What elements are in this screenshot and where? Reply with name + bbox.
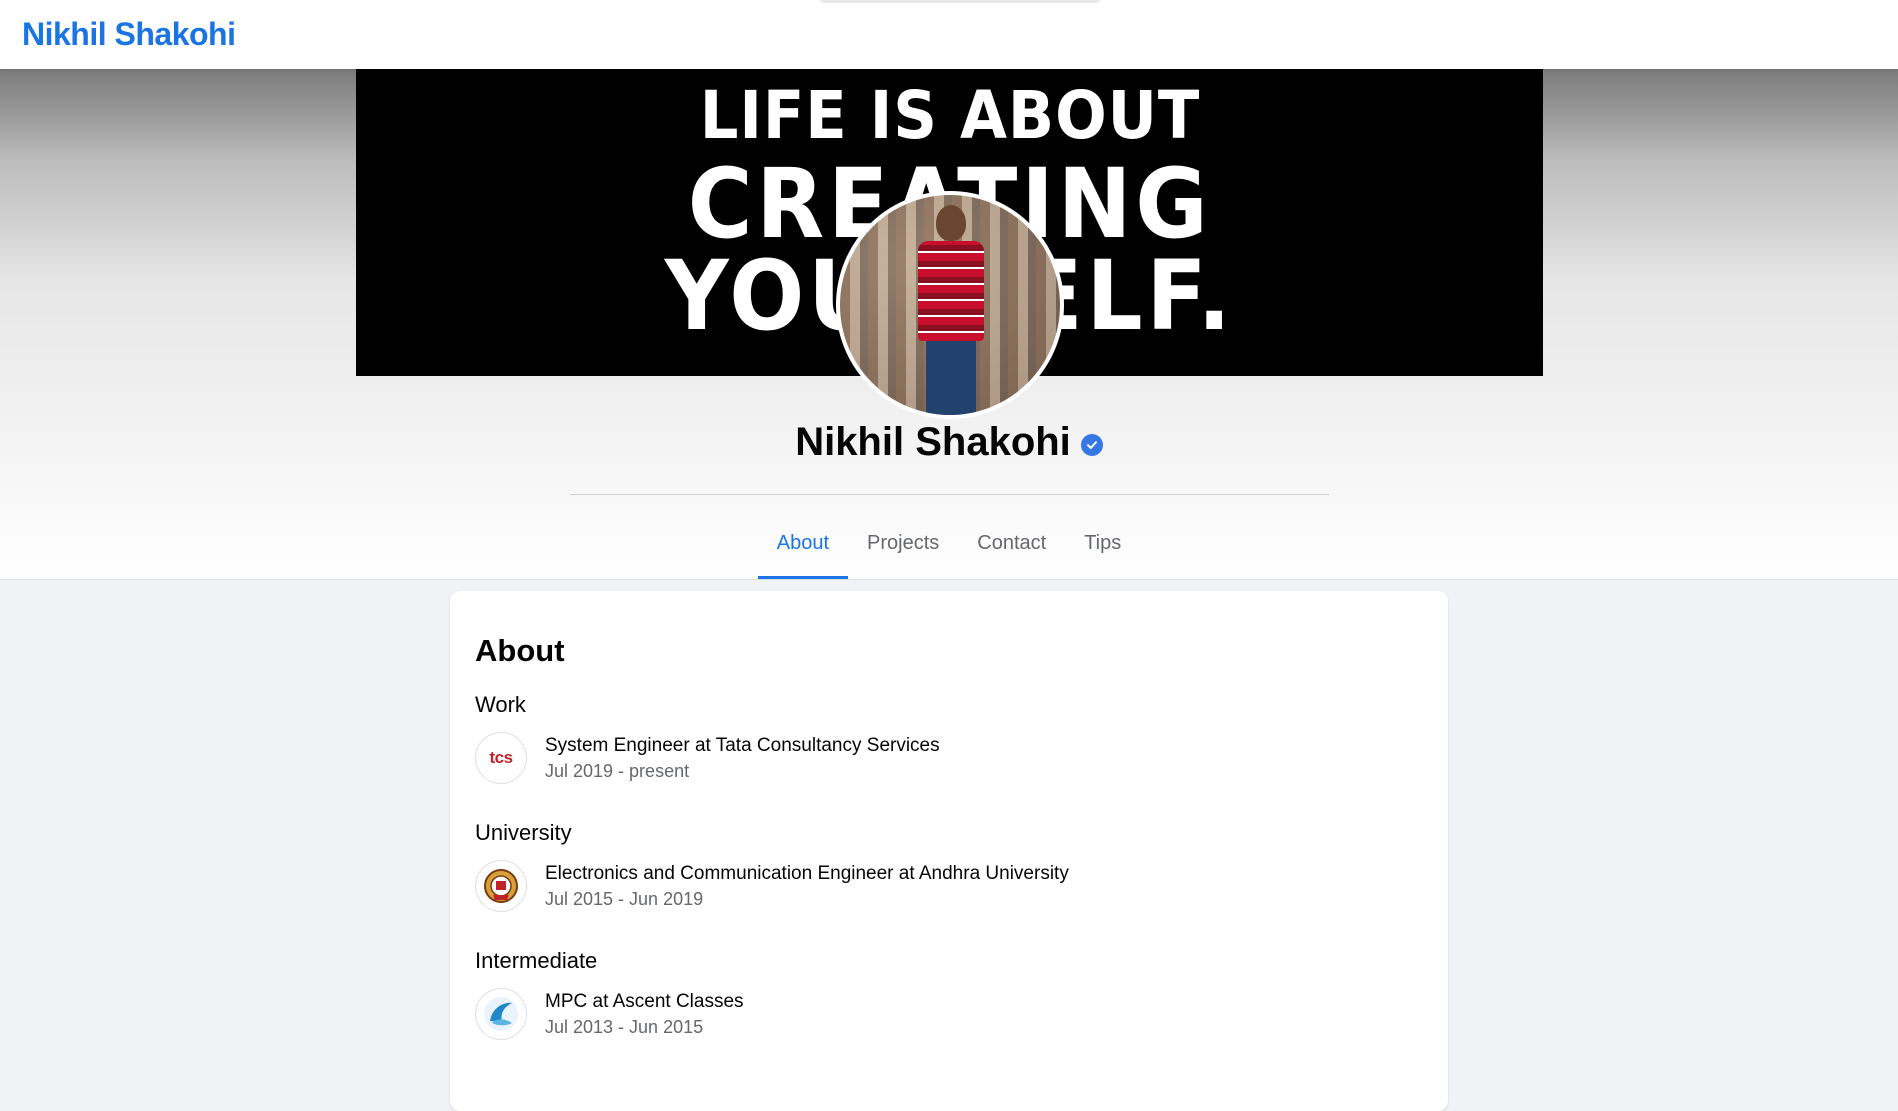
profile-name-row: Nikhil Shakohi (0, 420, 1898, 465)
entry-date: Jul 2013 - Jun 2015 (545, 1016, 704, 1037)
tcs-logo-icon[interactable]: tcs (475, 732, 527, 784)
avatar-head (936, 205, 966, 241)
tab-tips[interactable]: Tips (1065, 507, 1140, 579)
cover-quote-line-1: LIFE IS ABOUT (699, 77, 1200, 154)
avatar-shirt (918, 241, 984, 341)
andhra-university-emblem-icon[interactable] (475, 860, 527, 912)
profile-avatar[interactable] (836, 191, 1064, 419)
intermediate-entry: MPC at Ascent Classes Jul 2013 - Jun 201… (475, 988, 1375, 1040)
tab-about[interactable]: About (757, 507, 849, 579)
tab-projects[interactable]: Projects (848, 507, 958, 579)
profile-header: LIFE IS ABOUT CREATING YOURSELF. Nikhil … (0, 69, 1898, 580)
entry-title: Electronics and Communication Engineer a… (545, 862, 1069, 884)
work-entry: tcs System Engineer at Tata Consultancy … (475, 732, 1375, 784)
tab-contact[interactable]: Contact (958, 507, 1065, 579)
verified-badge-icon (1080, 433, 1103, 456)
about-card: About Work tcs System Engineer at Tata C… (450, 591, 1448, 1111)
entry-title: MPC at Ascent Classes (545, 990, 744, 1012)
top-navbar: Nikhil Shakohi (0, 0, 1898, 69)
tcs-logo-text: tcs (489, 748, 513, 767)
entry-date: Jul 2015 - Jun 2019 (545, 888, 704, 909)
section-heading: University (475, 820, 572, 845)
ascent-classes-logo-icon[interactable] (475, 988, 527, 1040)
header-divider (570, 494, 1329, 495)
section-heading: Work (475, 692, 526, 717)
about-section-work: Work tcs System Engineer at Tata Consult… (475, 692, 1375, 784)
profile-name: Nikhil Shakohi (795, 420, 1071, 464)
avatar-jeans (926, 341, 976, 415)
navbar-shadow-hint (820, 0, 1100, 3)
entry-text: MPC at Ascent Classes Jul 2013 - Jun 201… (545, 991, 744, 1038)
entry-date: Jul 2019 - present (545, 760, 690, 781)
university-entry: Electronics and Communication Engineer a… (475, 860, 1375, 912)
entry-text: System Engineer at Tata Consultancy Serv… (545, 735, 940, 782)
avatar-person-figure (918, 205, 984, 415)
profile-tabs: About Projects Contact Tips (0, 507, 1898, 579)
about-section-university: University Electronics and Communication… (475, 820, 1375, 912)
about-card-title: About (475, 633, 565, 668)
brand-link[interactable]: Nikhil Shakohi (22, 16, 236, 53)
entry-text: Electronics and Communication Engineer a… (545, 863, 1069, 910)
about-section-intermediate: Intermediate MPC at Ascent Classes Jul 2… (475, 948, 1375, 1040)
entry-title: System Engineer at Tata Consultancy Serv… (545, 734, 940, 756)
section-heading: Intermediate (475, 948, 598, 973)
